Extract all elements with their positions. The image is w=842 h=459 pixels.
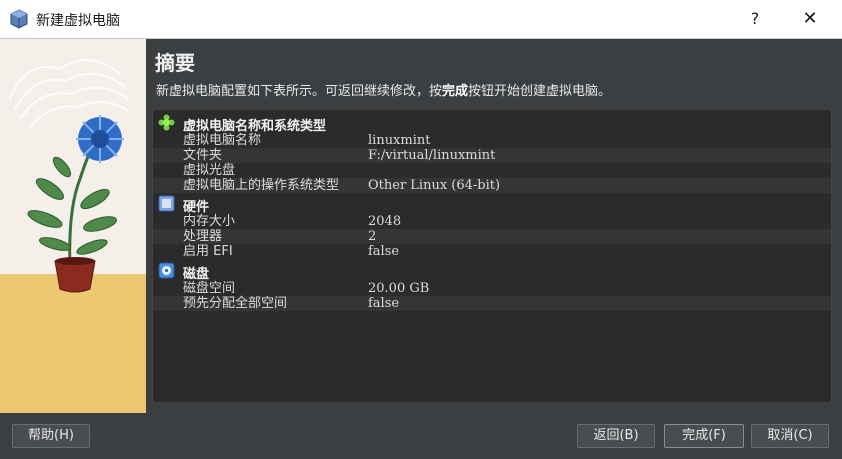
description-text-after: 按钮开始创建虚拟电脑。 (468, 84, 612, 99)
row-key: 虚拟电脑上的操作系统类型 (183, 178, 340, 193)
section-title: 虚拟电脑名称和系统类型 (183, 119, 327, 134)
row-key: 处理器 (183, 229, 223, 244)
description-finish-emphasis: 完成 (442, 84, 469, 99)
row-key: 文件夹 (183, 148, 223, 163)
row-key: 内存大小 (183, 214, 236, 229)
description-text-before: 新虚拟电脑配置如下表所示。可返回继续修改，按 (156, 84, 443, 99)
finish-button[interactable]: 完成(F) (664, 424, 744, 448)
summary-row: 预先分配全部空间 false (153, 296, 831, 311)
close-button[interactable]: ✕ (790, 4, 830, 34)
help-button[interactable]: 帮助(H) (12, 424, 90, 448)
window-title: 新建虚拟电脑 (36, 13, 120, 29)
row-key: 预先分配全部空间 (183, 296, 288, 311)
summary-table[interactable]: 虚拟电脑名称和系统类型 虚拟电脑名称 linuxmint 文件夹 F:/virt… (152, 109, 832, 403)
summary-row: 虚拟光盘 (153, 163, 831, 178)
help-title-button[interactable]: ? (738, 4, 772, 34)
chip-icon (158, 195, 175, 212)
section-title: 硬件 (183, 200, 210, 215)
summary-row: 内存大小 2048 (153, 214, 831, 229)
summary-row: 虚拟电脑上的操作系统类型 Other Linux (64-bit) (153, 178, 831, 193)
section-name-os: 虚拟电脑名称和系统类型 (153, 113, 831, 134)
row-value: false (368, 244, 400, 259)
row-value: 2 (368, 229, 377, 244)
virtualbox-icon (10, 9, 28, 29)
summary-row: 虚拟电脑名称 linuxmint (153, 133, 831, 148)
summary-row: 文件夹 F:/virtual/linuxmint (153, 148, 831, 163)
row-key: 启用 EFI (183, 244, 233, 259)
title-bar: 新建虚拟电脑 ? ✕ (0, 0, 842, 39)
row-value: 2048 (368, 214, 402, 229)
row-value: F:/virtual/linuxmint (368, 148, 496, 163)
wizard-illustration (0, 39, 146, 413)
section-hardware: 硬件 (153, 194, 831, 215)
cancel-button[interactable]: 取消(C) (751, 424, 829, 448)
page-description: 新虚拟电脑配置如下表所示。可返回继续修改，按完成按钮开始创建虚拟电脑。 (156, 80, 611, 99)
summary-row: 启用 EFI false (153, 244, 831, 259)
back-button[interactable]: 返回(B) (577, 424, 655, 448)
summary-page: 摘要 新虚拟电脑配置如下表所示。可返回继续修改，按完成按钮开始创建虚拟电脑。 虚… (146, 39, 842, 413)
row-key: 虚拟电脑名称 (183, 133, 262, 148)
summary-row: 磁盘空间 20.00 GB (153, 281, 831, 296)
row-value: false (368, 296, 400, 311)
row-key: 磁盘空间 (183, 281, 236, 296)
plant-illustration (0, 39, 146, 413)
puzzle-icon (158, 114, 175, 131)
disk-icon (158, 262, 175, 279)
row-value: Other Linux (64-bit) (368, 178, 501, 193)
row-key: 虚拟光盘 (183, 163, 236, 178)
summary-row: 处理器 2 (153, 229, 831, 244)
page-title: 摘要 (155, 51, 195, 75)
row-value: 20.00 GB (368, 281, 430, 296)
row-value: linuxmint (368, 133, 431, 148)
section-title: 磁盘 (183, 267, 210, 282)
button-bar: 帮助(H) 返回(B) 完成(F) 取消(C) (0, 413, 842, 459)
section-storage: 磁盘 (153, 261, 831, 282)
